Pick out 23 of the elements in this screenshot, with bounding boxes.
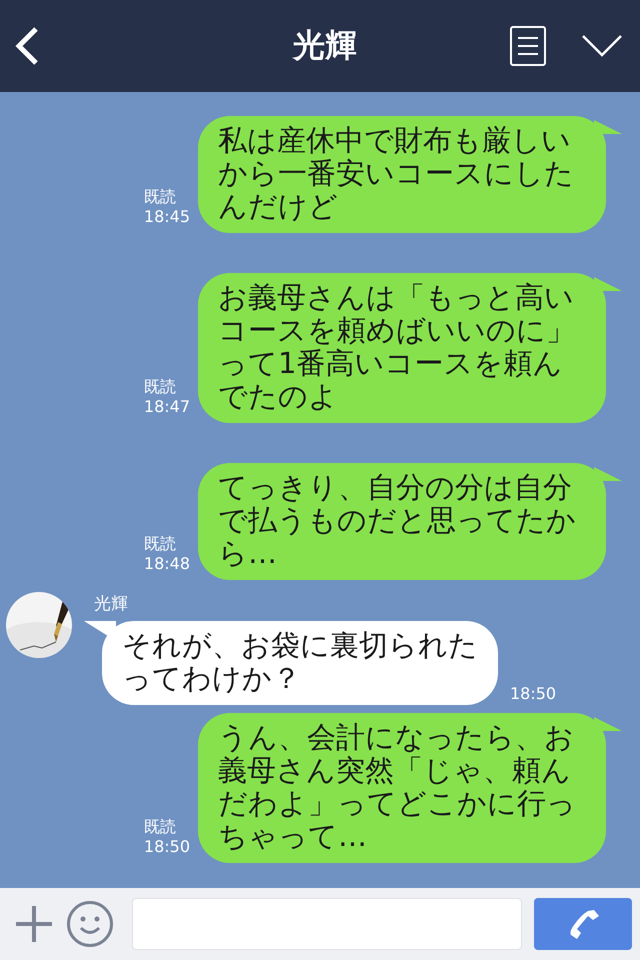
chat-title: 光輝 <box>293 25 357 66</box>
sent-message: お義母さんは「もっと高いコースを頼めばいいのに」って1番高いコースを頼んでたのよ <box>198 273 622 423</box>
message-time: 18:48 <box>144 554 190 574</box>
message-time: 18:50 <box>144 837 190 857</box>
message-time: 18:50 <box>510 684 556 705</box>
plus-icon[interactable] <box>14 904 54 944</box>
back-icon[interactable] <box>14 26 40 66</box>
received-message: それが、お袋に裏切られたってわけか？ <box>84 621 498 705</box>
emoji-icon[interactable] <box>66 900 114 948</box>
chevron-down-icon[interactable] <box>582 35 622 57</box>
read-receipt: 既読 <box>144 187 176 207</box>
message-time: 18:45 <box>144 207 190 227</box>
sent-message: うん、会計になったら、お義母さん突然「じゃ、頼んだわよ」ってどこかに行っちゃって… <box>198 713 622 863</box>
sent-message: てっきり、自分の分は自分で払うものだと思ってたから… <box>198 463 622 580</box>
menu-icon[interactable] <box>510 26 546 66</box>
read-receipt: 既読 <box>144 534 176 554</box>
message-input[interactable] <box>132 898 522 950</box>
sent-message: 私は産休中で財布も厳しいから一番安いコースにしたんだけど <box>198 116 622 233</box>
message-time: 18:47 <box>144 397 190 417</box>
read-receipt: 既読 <box>144 377 176 397</box>
call-button[interactable] <box>534 898 632 950</box>
read-receipt: 既読 <box>144 817 176 837</box>
sender-name: 光輝 <box>94 593 129 615</box>
